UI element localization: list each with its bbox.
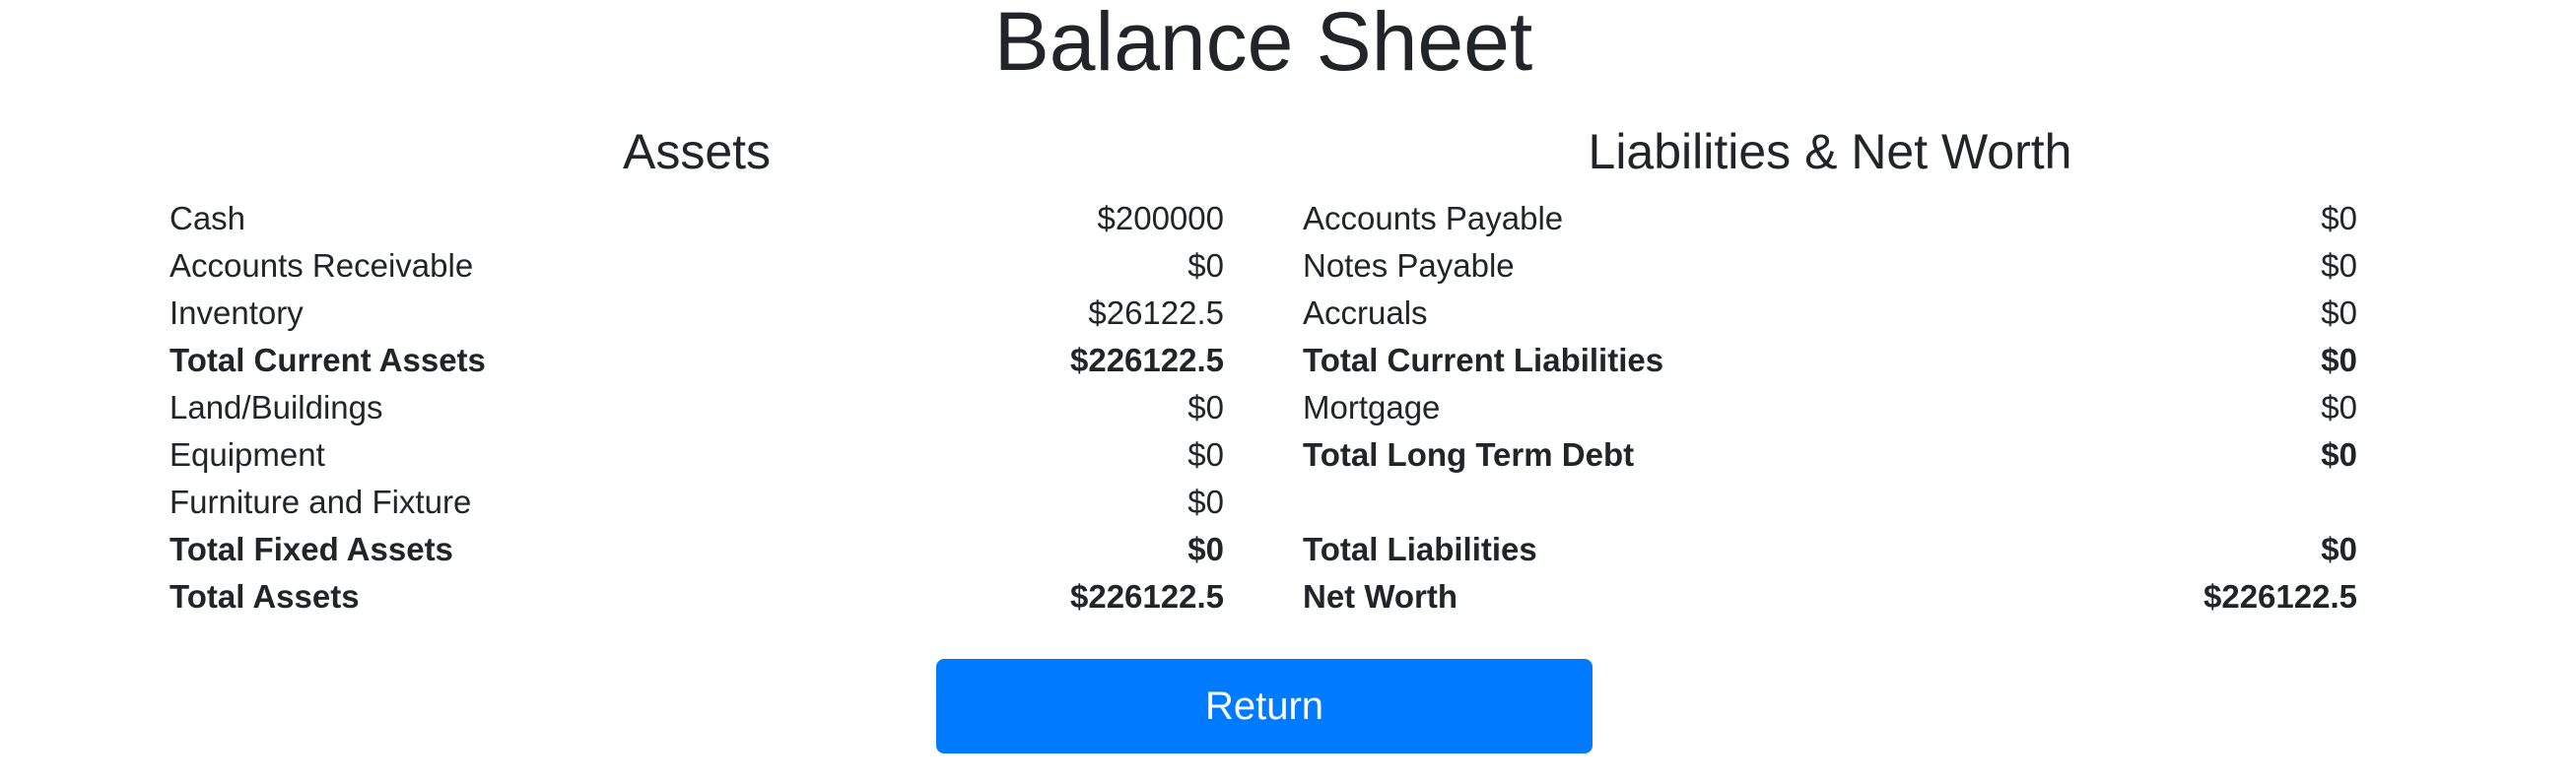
liability-value: $0 <box>2321 389 2357 425</box>
asset-value: $0 <box>1187 247 1224 284</box>
asset-value: $226122.5 <box>1070 578 1224 615</box>
asset-value: $0 <box>1187 436 1224 473</box>
asset-label: Land/Buildings <box>169 389 383 425</box>
liability-row-accounts-payable: Accounts Payable $0 <box>1303 195 2357 242</box>
asset-label: Furniture and Fixture <box>169 484 472 520</box>
liability-row-mortgage: Mortgage $0 <box>1303 384 2357 431</box>
asset-label: Total Current Assets <box>169 342 486 378</box>
asset-row-total-current-assets: Total Current Assets $226122.5 <box>169 337 1224 384</box>
liability-label: Accruals <box>1303 294 1428 331</box>
assets-heading: Assets <box>622 124 772 179</box>
liability-label: Mortgage <box>1303 389 1441 425</box>
liabilities-section: Liabilities & Net Worth Accounts Payable… <box>1303 122 2357 621</box>
liability-label: Total Liabilities <box>1303 531 1537 567</box>
asset-row-total-fixed-assets: Total Fixed Assets $0 <box>169 526 1224 573</box>
liability-row-notes-payable: Notes Payable $0 <box>1303 242 2357 290</box>
return-button[interactable]: Return <box>936 659 1593 753</box>
asset-value: $0 <box>1187 484 1224 520</box>
asset-row-land-buildings: Land/Buildings $0 <box>169 384 1224 431</box>
liability-row-total-liabilities: Total Liabilities $0 <box>1303 526 2357 573</box>
asset-label: Accounts Receivable <box>169 247 474 284</box>
asset-value: $0 <box>1187 389 1224 425</box>
asset-row-furniture-fixture: Furniture and Fixture $0 <box>169 479 1224 526</box>
liability-label: Total Long Term Debt <box>1303 436 1635 473</box>
liabilities-list: Accounts Payable $0 Notes Payable $0 Acc… <box>1303 195 2357 621</box>
liability-row-accruals: Accruals $0 <box>1303 290 2357 337</box>
asset-label: Total Assets <box>169 578 360 615</box>
liabilities-heading: Liabilities & Net Worth <box>1588 124 2072 179</box>
liability-value: $0 <box>2321 200 2357 236</box>
liability-label: Net Worth <box>1303 578 1458 615</box>
asset-row-cash: Cash $200000 <box>169 195 1224 242</box>
liability-value: $0 <box>2321 342 2357 378</box>
asset-value: $0 <box>1187 531 1224 567</box>
liability-value: $0 <box>2321 531 2357 567</box>
liability-label: Notes Payable <box>1303 247 1515 284</box>
liability-spacer-row <box>1303 479 2357 526</box>
liability-value: $0 <box>2321 294 2357 331</box>
asset-row-accounts-receivable: Accounts Receivable $0 <box>169 242 1224 290</box>
asset-value: $26122.5 <box>1088 294 1224 331</box>
asset-label: Equipment <box>169 436 325 473</box>
liability-value: $0 <box>2321 247 2357 284</box>
assets-list: Cash $200000 Accounts Receivable $0 Inve… <box>169 195 1224 621</box>
liability-row-net-worth: Net Worth $226122.5 <box>1303 573 2357 621</box>
liability-row-total-current-liabilities: Total Current Liabilities $0 <box>1303 337 2357 384</box>
asset-label: Inventory <box>169 294 304 331</box>
asset-row-equipment: Equipment $0 <box>169 431 1224 479</box>
asset-row-total-assets: Total Assets $226122.5 <box>169 573 1224 621</box>
page-title: Balance Sheet <box>993 0 1533 88</box>
liability-value: $226122.5 <box>2203 578 2357 615</box>
asset-label: Total Fixed Assets <box>169 531 453 567</box>
assets-section: Assets Cash $200000 Accounts Receivable … <box>169 122 1224 621</box>
liability-row-total-long-term-debt: Total Long Term Debt $0 <box>1303 431 2357 479</box>
liability-value: $0 <box>2321 436 2357 473</box>
liability-label: Accounts Payable <box>1303 200 1564 236</box>
asset-label: Cash <box>169 200 246 236</box>
asset-row-inventory: Inventory $26122.5 <box>169 290 1224 337</box>
liability-label: Total Current Liabilities <box>1303 342 1664 378</box>
asset-value: $226122.5 <box>1070 342 1224 378</box>
asset-value: $200000 <box>1097 200 1224 236</box>
